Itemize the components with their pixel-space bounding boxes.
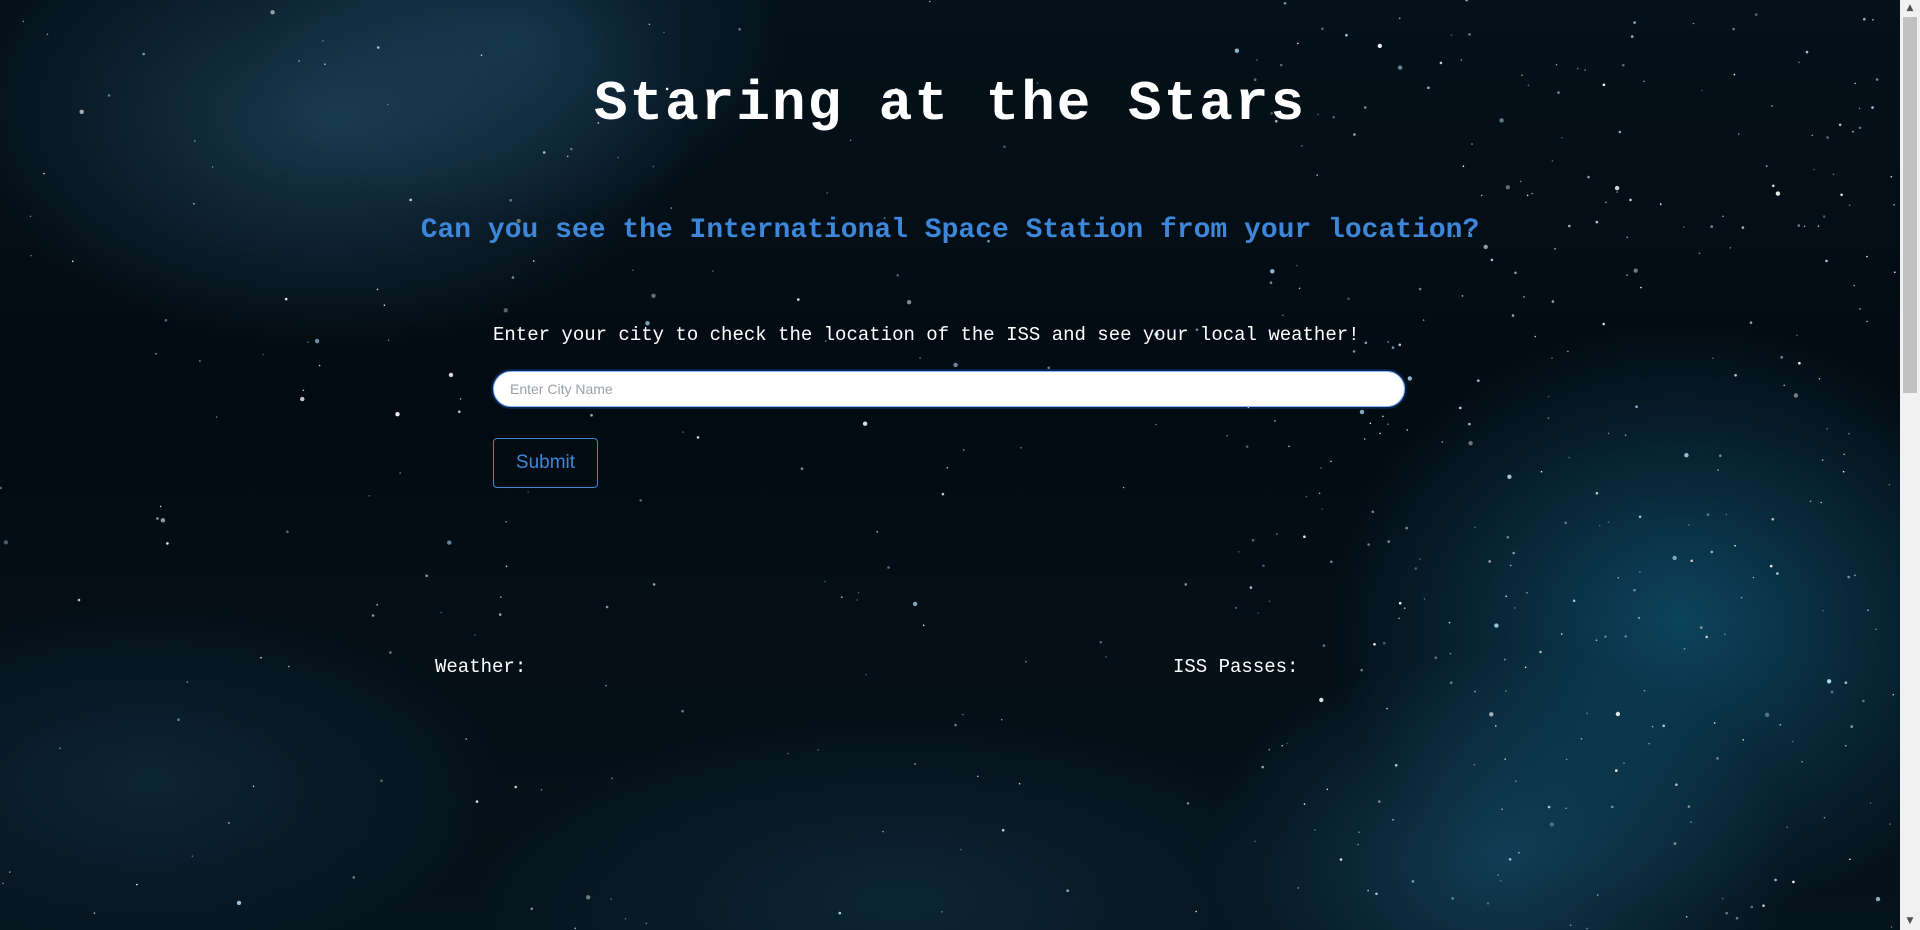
scroll-down-arrow-icon[interactable]: ▼ [1900,913,1920,930]
iss-passes-heading: ISS Passes: [1173,656,1299,678]
main-content: Staring at the Stars Can you see the Int… [0,0,1900,930]
page-subtitle: Can you see the International Space Stat… [420,215,1480,246]
submit-button[interactable]: Submit [493,438,598,488]
scroll-up-arrow-icon[interactable]: ▲ [1900,0,1920,17]
page-title: Staring at the Stars [593,72,1307,136]
city-search-input[interactable] [493,371,1405,407]
weather-heading: Weather: [435,656,527,678]
vertical-scrollbar[interactable]: ▲ ▼ [1900,0,1920,930]
search-prompt: Enter your city to check the location of… [493,324,1360,346]
scrollbar-thumb[interactable] [1903,17,1917,393]
